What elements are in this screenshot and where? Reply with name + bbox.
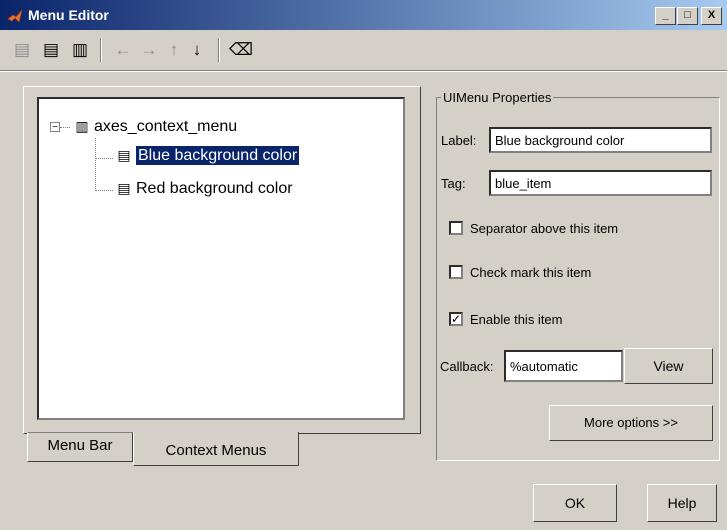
callback-field[interactable] xyxy=(504,350,623,382)
checkmark-checkbox[interactable] xyxy=(449,265,463,279)
tab-context-menus[interactable]: Context Menus xyxy=(133,432,299,466)
delete-icon[interactable]: ⌫ xyxy=(229,39,253,61)
menu-item-icon: ▤ xyxy=(117,180,131,196)
minimize-button[interactable]: _ xyxy=(655,7,676,25)
ok-button[interactable]: OK xyxy=(533,484,617,522)
tree-item-red[interactable]: ▤ Red background color xyxy=(116,180,293,198)
tree-connector xyxy=(95,190,113,191)
toolbar-separator xyxy=(218,38,220,62)
tree-root-node[interactable]: ▥ axes_context_menu xyxy=(74,118,237,136)
toolbar: ▤ ▤ ▥ ← → ↑ ↓ ⌫ xyxy=(0,30,727,70)
move-left-icon[interactable]: ← xyxy=(112,39,134,61)
enable-checkbox[interactable]: ✓ xyxy=(449,312,463,326)
help-button[interactable]: Help xyxy=(647,484,717,522)
toolbar-separator xyxy=(100,38,102,62)
separator-label: Separator above this item xyxy=(470,221,619,236)
maximize-button[interactable]: □ xyxy=(677,7,698,25)
move-right-icon[interactable]: → xyxy=(138,39,160,61)
menu-editor-window: Menu Editor _ □ X ▤ ▤ ▥ ← → ↑ ↓ ⌫ − ▥ axe… xyxy=(0,0,727,530)
checkmark-label: Check mark this item xyxy=(470,265,592,280)
tree-connector xyxy=(60,127,70,128)
view-button[interactable]: View xyxy=(624,348,713,384)
tree-connector xyxy=(95,138,96,191)
matlab-logo-icon xyxy=(7,9,23,23)
move-up-icon[interactable]: ↑ xyxy=(163,39,185,61)
more-options-button[interactable]: More options >> xyxy=(549,405,713,441)
callback-caption: Callback: xyxy=(440,359,494,374)
tree-item-blue[interactable]: ▤ Blue background color xyxy=(116,146,300,165)
tree-root-label: axes_context_menu xyxy=(94,118,238,135)
new-menu-item-icon[interactable]: ▤ xyxy=(40,39,62,61)
tag-caption: Tag: xyxy=(441,176,466,191)
menu-item-icon: ▤ xyxy=(117,147,131,163)
group-title: UIMenu Properties xyxy=(441,90,554,105)
context-menu-icon: ▥ xyxy=(75,118,89,134)
title-bar[interactable]: Menu Editor _ □ X xyxy=(0,0,727,30)
tag-field[interactable] xyxy=(489,170,712,196)
tree-item-label: Blue background color xyxy=(136,146,300,165)
enable-label: Enable this item xyxy=(470,312,563,327)
collapse-icon[interactable]: − xyxy=(50,122,60,133)
new-context-menu-icon[interactable]: ▥ xyxy=(69,39,91,61)
separator-checkbox[interactable] xyxy=(449,221,463,235)
move-down-icon[interactable]: ↓ xyxy=(186,39,208,61)
tree-item-label: Red background color xyxy=(136,180,293,197)
close-button[interactable]: X xyxy=(701,7,722,25)
toolbar-divider xyxy=(0,70,727,72)
new-menu-icon[interactable]: ▤ xyxy=(11,39,33,61)
window-title: Menu Editor xyxy=(28,7,109,23)
label-field[interactable] xyxy=(489,127,712,153)
tree-connector xyxy=(95,158,113,159)
tab-menu-bar[interactable]: Menu Bar xyxy=(27,432,133,462)
label-caption: Label: xyxy=(441,133,477,148)
